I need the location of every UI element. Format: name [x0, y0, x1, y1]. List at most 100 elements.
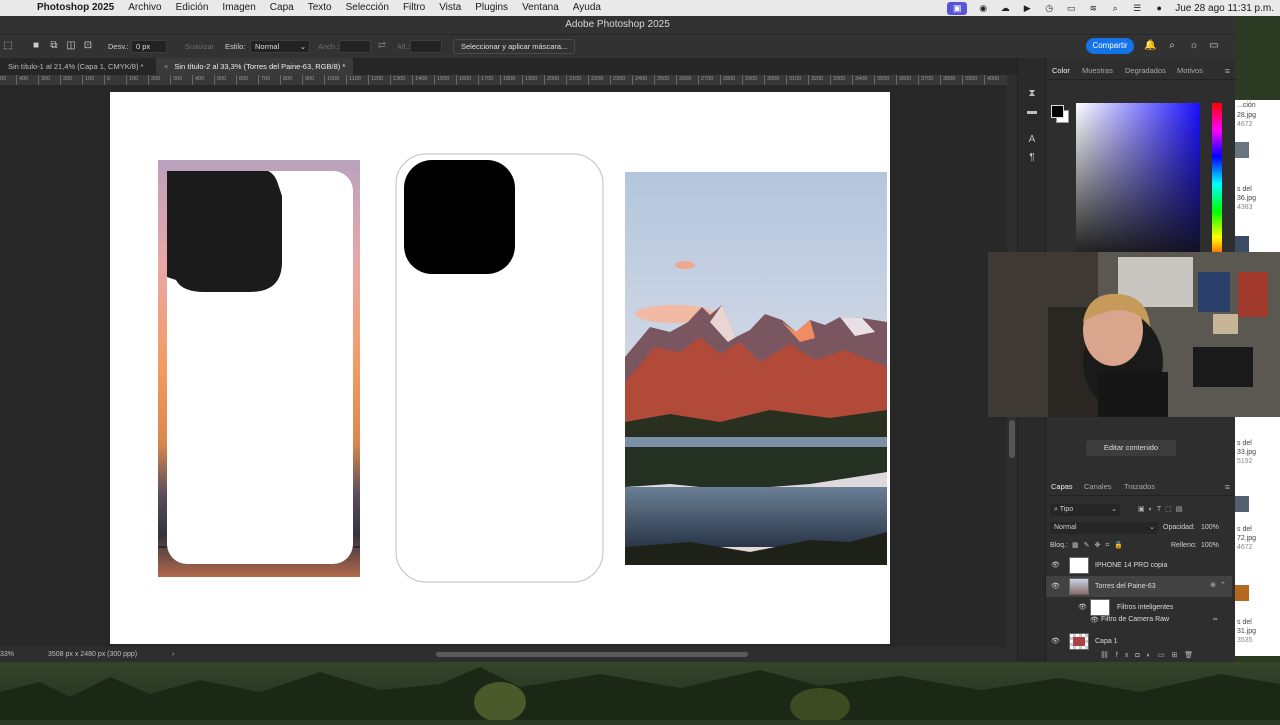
menu-imagen[interactable]: Imagen	[215, 0, 262, 16]
tab-patterns[interactable]: Motivos	[1177, 62, 1203, 80]
play-icon[interactable]: ▶	[1021, 3, 1033, 14]
height-input[interactable]	[410, 40, 442, 53]
file-thumbnail[interactable]	[1235, 496, 1249, 512]
tab-document-1[interactable]: Sin título-1 al 21,4% (Capa 1, CMYK/8) *	[0, 58, 151, 75]
layer-row[interactable]: 👁 IPHONE 14 PRO copia	[1046, 555, 1232, 576]
menu-app-name[interactable]: Photoshop 2025	[30, 0, 121, 16]
scrollbar-thumb[interactable]	[1009, 420, 1015, 458]
visibility-eye-icon[interactable]: 👁	[1051, 582, 1060, 590]
width-input[interactable]	[339, 40, 371, 53]
options-bar: ⬚ ■ ⧉ ◫ ⊡ Desv.: 0 px Suavizar Estilo: N…	[0, 34, 1235, 58]
menu-seleccion[interactable]: Selección	[339, 0, 396, 16]
comments-icon[interactable]: ▬	[1026, 106, 1038, 118]
opacity-input[interactable]: 100%	[1201, 522, 1219, 534]
layer-row-selected[interactable]: 👁 Torres del Paine-63 ⊕ ⌃	[1046, 576, 1232, 597]
edit-content-button[interactable]: Editar contenido	[1086, 440, 1176, 456]
visibility-eye-icon[interactable]: 👁	[1090, 616, 1099, 624]
menu-plugins[interactable]: Plugins	[468, 0, 515, 16]
lock-icons[interactable]: ▦✎✥⌗🔒	[1072, 540, 1128, 552]
layers-menu-icon[interactable]: ≡	[1225, 478, 1230, 496]
ruler-tick: 2700	[698, 75, 713, 85]
app-status-icon[interactable]: ◉	[977, 3, 989, 14]
history-icon[interactable]: ⧗	[1026, 88, 1038, 100]
subtract-selection-icon[interactable]: ◫	[65, 40, 77, 52]
layer-filter-select[interactable]: ⌕ Tipo ⌄	[1050, 504, 1120, 516]
document-canvas[interactable]	[110, 92, 890, 644]
timer-icon[interactable]: ◷	[1043, 3, 1055, 14]
menu-capa[interactable]: Capa	[263, 0, 301, 16]
screen-record-icon[interactable]: ▣	[947, 1, 968, 15]
collapse-chevron-icon[interactable]: ⌃	[1220, 581, 1226, 589]
wifi-icon[interactable]: ≋	[1087, 3, 1099, 14]
search-icon[interactable]: ⌕	[1166, 40, 1178, 52]
fill-label: Relleno:	[1171, 542, 1197, 549]
creative-cloud-icon[interactable]: ☁	[999, 3, 1011, 14]
torres-del-paine-photo[interactable]	[625, 172, 887, 565]
fill-input[interactable]: 100%	[1201, 540, 1219, 552]
ruler-tick: 1000	[324, 75, 339, 85]
hue-slider[interactable]	[1212, 103, 1222, 265]
document-size[interactable]: 3508 px x 2480 px (300 ppp)	[48, 647, 137, 662]
antialias-checkbox[interactable]: Suavizar	[185, 40, 214, 54]
filter-options-icon[interactable]: ≂	[1212, 615, 1218, 623]
color-picker-field[interactable]	[1076, 103, 1200, 265]
paragraph-icon[interactable]: ¶	[1026, 152, 1038, 164]
file-thumbnail[interactable]	[1235, 236, 1249, 252]
camera-raw-filter-row[interactable]: 👁 Filtro de Camera Raw ≂	[1046, 612, 1232, 628]
file-thumbnail[interactable]	[1235, 142, 1249, 158]
character-icon[interactable]: A	[1026, 134, 1038, 146]
tab-gradients[interactable]: Degradados	[1125, 62, 1166, 80]
siri-icon[interactable]: ●	[1153, 3, 1165, 14]
control-center-icon[interactable]: ☰	[1131, 3, 1143, 14]
tab-color[interactable]: Color	[1052, 62, 1070, 80]
layers-footer-icons[interactable]: ⛓fx◘◐▭⊞🗑	[1100, 650, 1200, 662]
phone-template-photo[interactable]	[158, 160, 360, 577]
discover-icon[interactable]: ☼	[1188, 40, 1200, 52]
menu-vista[interactable]: Vista	[432, 0, 468, 16]
swap-dimensions-icon[interactable]: ⇄	[376, 40, 388, 52]
battery-icon[interactable]: ▭	[1065, 3, 1077, 14]
layer-filter-icons[interactable]: ▣◐T⬚▤	[1138, 504, 1228, 516]
tab-channels[interactable]: Canales	[1084, 478, 1112, 496]
marquee-tool-icon[interactable]: ⬚	[2, 40, 14, 52]
menu-archivo[interactable]: Archivo	[121, 0, 168, 16]
ruler-tick: 1300	[390, 75, 405, 85]
menu-edicion[interactable]: Edición	[169, 0, 216, 16]
horizontal-scrollbar[interactable]	[436, 652, 748, 657]
style-select[interactable]: Normal ⌄	[250, 40, 310, 53]
feather-input[interactable]: 0 px	[131, 40, 167, 53]
blend-mode-select[interactable]: Normal ⌄	[1050, 522, 1158, 534]
notifications-icon[interactable]: 🔔	[1144, 40, 1156, 52]
ruler-tick: 2900	[742, 75, 757, 85]
status-bar: 33% 3508 px x 2480 px (300 ppp) ›	[0, 647, 1017, 662]
add-selection-icon[interactable]: ⧉	[48, 40, 60, 52]
zoom-level[interactable]: 33%	[0, 647, 14, 662]
share-button[interactable]: Compartir	[1086, 38, 1134, 54]
status-chevron-icon[interactable]: ›	[172, 647, 174, 662]
horizontal-ruler[interactable]: 5004003002001000100200300400500600700800…	[0, 75, 1007, 86]
menu-ventana[interactable]: Ventana	[515, 0, 566, 16]
file-thumbnail[interactable]	[1235, 585, 1249, 601]
new-selection-icon[interactable]: ■	[30, 40, 42, 52]
panel-menu-icon[interactable]: ≡	[1225, 62, 1230, 80]
tab-paths[interactable]: Trazados	[1124, 478, 1155, 496]
ruler-tick: 1500	[434, 75, 449, 85]
menubar-clock[interactable]: Jue 28 ago 11:31 p.m.	[1175, 3, 1274, 14]
menu-ayuda[interactable]: Ayuda	[566, 0, 608, 16]
visibility-eye-icon[interactable]: 👁	[1051, 561, 1060, 569]
close-tab-icon[interactable]: ×	[164, 62, 168, 71]
tab-document-2[interactable]: × Sin título-2 al 33,3% (Torres del Paine…	[156, 58, 354, 75]
visibility-eye-icon[interactable]: 👁	[1051, 637, 1060, 645]
layer-row[interactable]: 👁 Capa 1	[1046, 631, 1232, 652]
tab-swatches[interactable]: Muestras	[1082, 62, 1113, 80]
menu-filtro[interactable]: Filtro	[396, 0, 432, 16]
select-and-mask-button[interactable]: Seleccionar y aplicar máscara...	[453, 39, 576, 54]
foreground-color-swatch[interactable]	[1051, 105, 1064, 118]
menu-texto[interactable]: Texto	[301, 0, 339, 16]
visibility-eye-icon[interactable]: 👁	[1078, 603, 1087, 611]
tab-layers[interactable]: Capas	[1051, 478, 1073, 496]
phone-template-outline[interactable]	[395, 153, 604, 583]
spotlight-search-icon[interactable]: ⌕	[1109, 3, 1121, 14]
workspace-icon[interactable]: ▭	[1208, 40, 1220, 52]
intersect-selection-icon[interactable]: ⊡	[82, 40, 94, 52]
